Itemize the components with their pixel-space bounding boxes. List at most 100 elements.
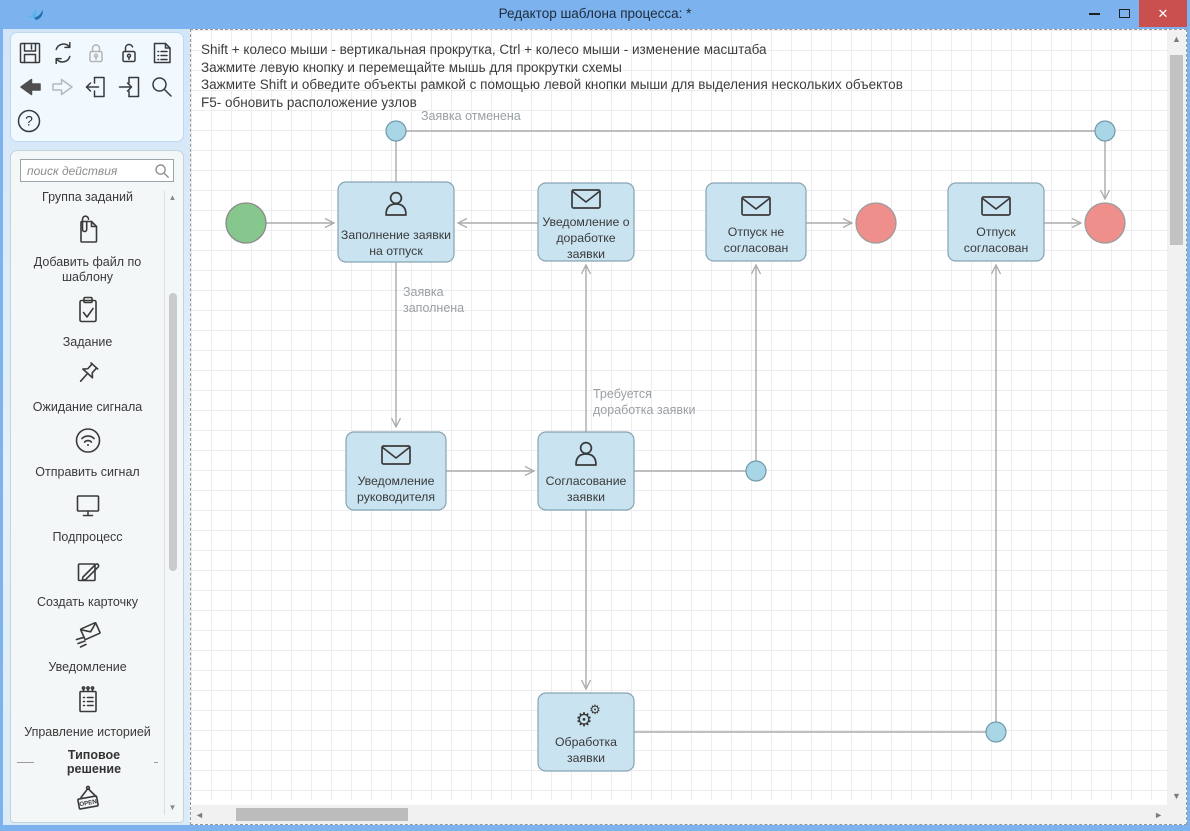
horizontal-scroll-thumb[interactable] — [236, 808, 408, 821]
action-item-уведомление[interactable]: Уведомление — [15, 618, 160, 675]
action-item-label: Управление историей — [15, 725, 160, 740]
svg-text:⚙: ⚙ — [589, 703, 601, 718]
start-event-node[interactable] — [226, 203, 266, 243]
maximize-button[interactable] — [1109, 0, 1139, 27]
task-node-t6[interactable]: Согласованиезаявки — [538, 432, 634, 510]
back-button[interactable] — [13, 70, 46, 104]
checklist-icon — [148, 39, 176, 67]
action-item-label: Создать карточку — [15, 595, 160, 610]
task-node-t4[interactable]: Отпусксогласован — [948, 183, 1044, 261]
clipboard-check-icon — [15, 293, 160, 334]
notepad-icon — [15, 683, 160, 724]
doc-arrow-left-icon — [82, 73, 110, 101]
connector-node[interactable] — [386, 121, 406, 141]
forward-icon — [49, 73, 77, 101]
scroll-left-icon[interactable]: ◄ — [195, 810, 204, 820]
scroll-up-icon[interactable]: ▲ — [165, 193, 180, 203]
scroll-down-icon[interactable]: ▼ — [165, 803, 180, 813]
sidebar-scroll-thumb[interactable] — [169, 293, 177, 571]
action-item-ожидание-сигнала[interactable]: Ожидание сигнала — [15, 358, 160, 415]
edge-label: Требуетсядоработка заявки — [593, 387, 695, 417]
close-icon: ✕ — [1158, 6, 1169, 22]
action-item-label: Уведомление — [15, 660, 160, 675]
action-item-управление-историей[interactable]: Управление историей — [15, 683, 160, 740]
vertical-scrollbar[interactable]: ▲ ▼ — [1167, 30, 1186, 805]
horizontal-scrollbar[interactable]: ◄ ► — [191, 805, 1167, 824]
action-item-добавить-файл-по-шаблону[interactable]: Добавить файл по шаблону — [15, 213, 160, 285]
send-mail-icon — [15, 618, 160, 659]
save-icon — [16, 39, 44, 67]
action-item-создать-карточку[interactable]: Создать карточку — [15, 553, 160, 610]
svg-text:?: ? — [25, 113, 33, 129]
action-list: Группа заданий Добавить файл по шаблону За… — [15, 190, 160, 817]
vertical-scroll-thumb[interactable] — [1170, 55, 1183, 245]
action-item-label: Ожидание сигнала — [15, 400, 160, 415]
main-area: Заявка отменена Заявказаполнена Требуетсяд… — [190, 29, 1187, 825]
scroll-right-icon[interactable]: ► — [1154, 810, 1163, 820]
lock-button[interactable] — [79, 36, 112, 70]
sidebar-scrollbar[interactable]: ▲ ▼ — [164, 191, 180, 815]
task-node-t7[interactable]: ⚙⚙Обработказаявки — [538, 693, 634, 771]
action-item-label: Группа заданий — [15, 190, 160, 205]
checklist-button[interactable] — [145, 36, 178, 70]
file-attach-icon — [15, 213, 160, 254]
title-bar[interactable]: Редактор шаблона процесса: * ✕ — [0, 0, 1190, 29]
diagram-canvas[interactable]: Заявка отменена Заявказаполнена Требуетсяд… — [191, 30, 1167, 800]
action-item-отправить-сигнал[interactable]: Отправить сигнал — [15, 423, 160, 480]
unlock-icon — [115, 39, 143, 67]
signal-icon — [15, 423, 160, 464]
search-input[interactable] — [20, 159, 174, 182]
process-diagram: Заявка отменена Заявказаполнена Требуетсяд… — [191, 30, 1167, 800]
refresh-button[interactable] — [46, 36, 79, 70]
app-window: Редактор шаблона процесса: * ✕ ? Группа … — [0, 0, 1190, 831]
pin-icon — [15, 358, 160, 399]
action-item-label: Задание — [15, 335, 160, 350]
action-sidebar: Группа заданий Добавить файл по шаблону За… — [10, 150, 184, 823]
task-node-t3[interactable]: Отпуск несогласован — [706, 183, 806, 261]
monitor-icon — [15, 488, 160, 529]
connector-node[interactable] — [986, 722, 1006, 742]
maximize-icon — [1119, 9, 1130, 18]
edge-label: Заявка отменена — [421, 109, 521, 123]
left-column: ? Группа заданий Добавить файл по шаблону… — [3, 29, 190, 825]
scroll-up-icon[interactable]: ▲ — [1172, 34, 1181, 44]
minimize-button[interactable] — [1079, 0, 1109, 27]
task-node-t5[interactable]: Уведомлениеруководителя — [346, 432, 446, 510]
edit-icon — [15, 553, 160, 594]
group-header-typical-solution: Типовое решение — [17, 748, 158, 776]
action-item-задание[interactable]: Задание — [15, 293, 160, 350]
close-button[interactable]: ✕ — [1139, 0, 1187, 27]
action-item-label: Отправить сигнал — [15, 465, 160, 480]
unlock-button[interactable] — [112, 36, 145, 70]
help-button[interactable]: ? — [13, 104, 46, 138]
connector-node[interactable] — [746, 461, 766, 481]
forward-button[interactable] — [46, 70, 79, 104]
action-item-label: Добавить файл по шаблону — [15, 255, 160, 285]
minimize-icon — [1089, 13, 1100, 15]
action-item-смена-состояния[interactable]: OPENСмена состояния — [15, 783, 160, 817]
action-item-группа-заданий[interactable]: Группа заданий — [15, 190, 160, 205]
back-icon — [16, 73, 44, 101]
window-title: Редактор шаблона процесса: * — [0, 6, 1190, 21]
doc-arrow-left-button[interactable] — [79, 70, 112, 104]
help-icon: ? — [16, 107, 44, 135]
end-event-node[interactable] — [1085, 203, 1125, 243]
group-header-label: Типовое решение — [40, 748, 148, 776]
save-button[interactable] — [13, 36, 46, 70]
task-node-t2[interactable]: Уведомление одоработкезаявки — [538, 183, 634, 261]
scroll-down-icon[interactable]: ▼ — [1172, 791, 1181, 801]
open-sign-icon: OPEN — [15, 783, 160, 817]
end-event-node[interactable] — [856, 203, 896, 243]
task-node-t1[interactable]: Заполнение заявкина отпуск — [338, 182, 454, 262]
lock-icon — [82, 39, 110, 67]
action-item-подпроцесс[interactable]: Подпроцесс — [15, 488, 160, 545]
doc-arrow-right-button[interactable] — [112, 70, 145, 104]
search-icon — [148, 73, 176, 101]
connector-node[interactable] — [1095, 121, 1115, 141]
edge-label: Заявказаполнена — [403, 285, 464, 315]
toolbar-panel: ? — [10, 32, 184, 142]
canvas-help-text: Shift + колесо мыши - вертикальная прокр… — [201, 41, 903, 111]
action-item-label: Подпроцесс — [15, 530, 160, 545]
search-button[interactable] — [145, 70, 178, 104]
doc-arrow-right-icon — [115, 73, 143, 101]
